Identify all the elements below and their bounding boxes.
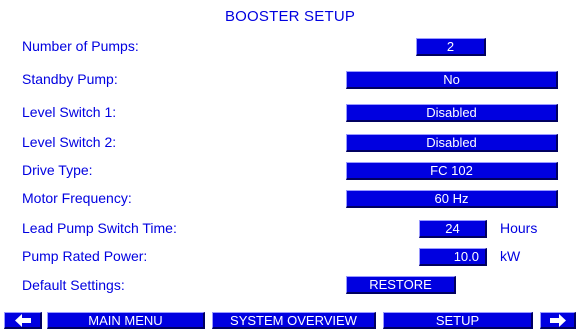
pump-rated-power-label: Pump Rated Power: bbox=[22, 248, 148, 264]
system-overview-label: SYSTEM OVERVIEW bbox=[230, 313, 357, 328]
number-of-pumps-label: Number of Pumps: bbox=[22, 38, 139, 54]
hours-unit: Hours bbox=[500, 220, 538, 236]
level-switch-2-label: Level Switch 2: bbox=[22, 134, 117, 150]
standby-pump-label: Standby Pump: bbox=[22, 71, 118, 87]
lead-pump-switch-time-label: Lead Pump Switch Time: bbox=[22, 220, 177, 236]
arrow-left-icon bbox=[14, 314, 31, 327]
motor-frequency-field[interactable]: 60 Hz bbox=[346, 190, 558, 208]
number-of-pumps-value: 2 bbox=[446, 39, 455, 54]
pump-rated-power-value: 10.0 bbox=[453, 249, 479, 264]
level-switch-1-label: Level Switch 1: bbox=[22, 104, 117, 120]
drive-type-field[interactable]: FC 102 bbox=[346, 162, 558, 180]
kw-unit: kW bbox=[500, 248, 521, 264]
standby-pump-value: No bbox=[443, 72, 460, 87]
next-page-button[interactable] bbox=[540, 312, 576, 329]
main-menu-button[interactable]: MAIN MENU bbox=[47, 312, 205, 329]
level-switch-2-field[interactable]: Disabled bbox=[346, 134, 558, 152]
motor-frequency-value: 60 Hz bbox=[434, 191, 469, 206]
motor-frequency-label: Motor Frequency: bbox=[22, 190, 132, 206]
standby-pump-field[interactable]: No bbox=[346, 71, 558, 89]
setup-button[interactable]: SETUP bbox=[383, 312, 533, 329]
prev-page-button[interactable] bbox=[4, 312, 42, 329]
restore-button-label: RESTORE bbox=[369, 277, 432, 292]
lead-pump-switch-time-value: 24 bbox=[445, 221, 460, 236]
level-switch-1-value: Disabled bbox=[426, 105, 477, 120]
number-of-pumps-field[interactable]: 2 bbox=[416, 38, 486, 56]
level-switch-1-field[interactable]: Disabled bbox=[346, 104, 558, 122]
system-overview-button[interactable]: SYSTEM OVERVIEW bbox=[212, 312, 376, 329]
restore-button[interactable]: RESTORE bbox=[346, 276, 456, 294]
drive-type-value: FC 102 bbox=[430, 163, 473, 178]
level-switch-2-value: Disabled bbox=[426, 135, 477, 150]
arrow-right-icon bbox=[549, 314, 566, 327]
page-title: BOOSTER SETUP bbox=[224, 8, 356, 25]
main-menu-label: MAIN MENU bbox=[88, 313, 163, 328]
pump-rated-power-field[interactable]: 10.0 bbox=[419, 248, 487, 266]
default-settings-label: Default Settings: bbox=[22, 277, 125, 293]
lead-pump-switch-time-field[interactable]: 24 bbox=[419, 220, 487, 238]
drive-type-label: Drive Type: bbox=[22, 162, 93, 178]
setup-label: SETUP bbox=[435, 313, 480, 328]
